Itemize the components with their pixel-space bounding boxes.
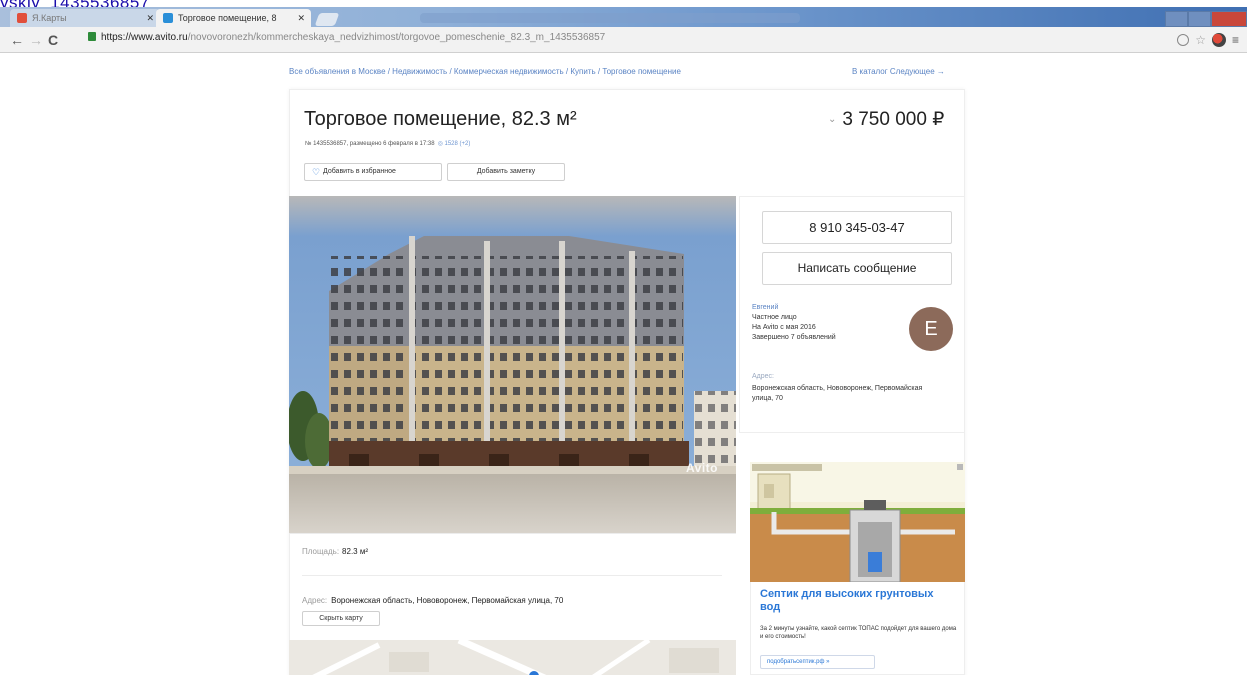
write-message-button[interactable]: Написать сообщение xyxy=(762,252,952,285)
listing-price[interactable]: ⌄ 3 750 000 ₽ xyxy=(828,108,944,131)
maximize-button[interactable] xyxy=(1188,11,1212,27)
tab-avito-listing[interactable]: Торговое помещение, 8 ✕ xyxy=(156,9,311,27)
close-tab-icon[interactable]: ✕ xyxy=(297,9,305,27)
ad-text: За 2 минуты узнайте, какой септик ТОПАС … xyxy=(760,626,957,640)
address-value: Воронежская область, Нововоронеж, Первом… xyxy=(331,596,564,605)
hide-map-button[interactable]: Скрыть карту xyxy=(302,611,380,626)
listing-title: Торговое помещение, 82.3 м² xyxy=(304,108,577,130)
new-tab-button[interactable] xyxy=(314,13,340,26)
area-row: Площадь: 82.3 м² xyxy=(302,547,368,556)
zoom-icon[interactable] xyxy=(1177,34,1190,46)
window-controls xyxy=(1165,11,1247,27)
listing-meta: № 1435536857, размещено 6 февраля в 17:3… xyxy=(305,140,470,147)
bookmark-star-icon[interactable]: ☆ xyxy=(1195,34,1206,46)
building-image xyxy=(289,196,736,533)
toolbar-icons: ☆ ≡ xyxy=(1177,33,1239,47)
yandex-favicon-icon xyxy=(17,13,27,23)
seller-name-link[interactable]: Евгений xyxy=(752,304,778,311)
price-value: 3 750 000 ₽ xyxy=(842,109,945,130)
url-path: /novovoronezh/kommercheskaya_nedvizhimos… xyxy=(187,32,606,43)
extension-icon[interactable] xyxy=(1211,33,1226,47)
tab-label: Я.Карты xyxy=(32,13,67,23)
address-bar-row: ← → C https://www.avito.ru/novovoronezh/… xyxy=(0,27,1247,53)
price-dropdown-icon: ⌄ xyxy=(828,114,837,125)
listing-photo[interactable]: Avito xyxy=(289,196,736,533)
area-label: Площадь: xyxy=(302,547,340,556)
tab-yandex-maps[interactable]: Я.Карты ✕ xyxy=(10,9,160,27)
heart-icon: ♡ xyxy=(312,167,321,177)
seller-since: На Avito с мая 2016 xyxy=(752,324,816,331)
seller-address: Воронежская область, Нововоронеж, Первом… xyxy=(752,385,923,402)
views-value: 1528 (+2) xyxy=(444,141,471,147)
add-to-favorites-button[interactable]: ♡ Добавить в избранное xyxy=(304,163,442,181)
favorite-label: Добавить в избранное xyxy=(323,168,396,175)
titlebar-blur xyxy=(420,13,800,23)
tab-label: Торговое помещение, 8 xyxy=(178,13,277,23)
area-value: 82.3 м² xyxy=(342,547,369,556)
address-label: Адрес: xyxy=(302,596,328,605)
ad-link-button[interactable]: подобратьсептик.рф » xyxy=(760,655,875,669)
add-note-button[interactable]: Добавить заметку xyxy=(447,163,565,181)
ad-title-link[interactable]: Септик для высоких грунтовых вод xyxy=(760,588,950,614)
septic-illustration xyxy=(750,462,965,582)
avatar[interactable]: Е xyxy=(909,307,953,351)
seller-address-label: Адрес: xyxy=(752,373,774,380)
seller-completed: Завершено 7 объявлений xyxy=(752,334,836,341)
forward-arrow-icon[interactable]: → xyxy=(29,32,43,48)
window-close-button[interactable] xyxy=(1211,11,1247,27)
url-field[interactable]: https://www.avito.ru/novovoronezh/kommer… xyxy=(88,32,605,43)
listing-id-date: № 1435536857, размещено 6 февраля в 17:3… xyxy=(305,141,435,147)
views-count: ◎ 1528 (+2) xyxy=(438,141,471,147)
seller-type: Частное лицо xyxy=(752,314,797,321)
phone-button[interactable]: 8 910 345-03-47 xyxy=(762,211,952,244)
breadcrumb[interactable]: Все объявления в Москве / Недвижимость /… xyxy=(289,67,681,76)
minimize-button[interactable] xyxy=(1165,11,1189,27)
lock-icon xyxy=(88,32,96,41)
back-arrow-icon[interactable]: ← xyxy=(10,32,24,48)
url-host: https://www.avito.ru xyxy=(101,32,188,43)
avito-favicon-icon xyxy=(163,13,173,23)
divider xyxy=(302,575,722,576)
address-row: Адрес: Воронежская область, Нововоронеж, … xyxy=(302,596,563,605)
divider xyxy=(289,533,736,534)
screenshot-root: yskiy_1435536857 Я.Карты ✕ Торговое поме… xyxy=(0,0,1247,675)
reload-icon[interactable]: C xyxy=(48,32,58,48)
map-preview[interactable] xyxy=(289,640,736,675)
map-image xyxy=(289,640,736,675)
catalog-next-link[interactable]: В каталог Следующее → xyxy=(852,67,945,76)
browser-tab-strip: Я.Карты ✕ Торговое помещение, 8 ✕ xyxy=(0,7,1247,27)
menu-icon[interactable]: ≡ xyxy=(1232,34,1239,46)
photo-watermark: Avito xyxy=(685,461,718,475)
close-tab-icon[interactable]: ✕ xyxy=(146,9,154,27)
ad-image[interactable] xyxy=(750,462,965,582)
